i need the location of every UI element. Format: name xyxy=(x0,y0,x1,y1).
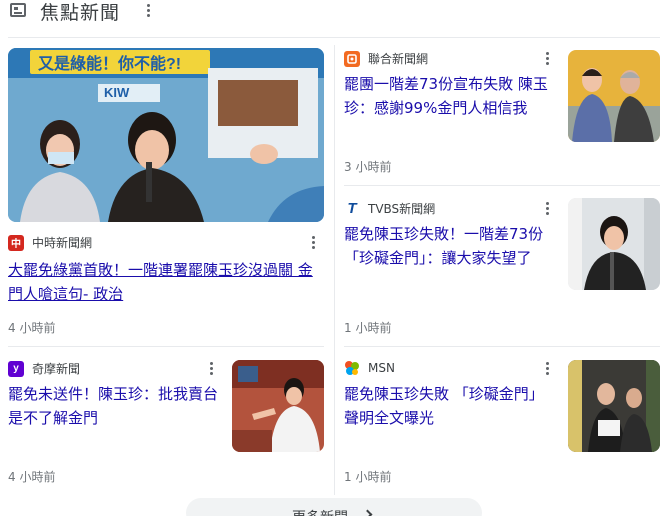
source-name: 奇摩新聞 xyxy=(32,362,81,376)
section-title: 焦點新聞 xyxy=(40,2,121,24)
news-thumbnail[interactable] xyxy=(568,198,660,290)
source-name: TVBS新聞網 xyxy=(368,202,436,216)
timestamp: 4 小時前 xyxy=(8,321,56,335)
news-card[interactable]: T TVBS新聞網 罷免陳玉珍失敗！一階差73份「珍礙金門」：讓大家失望了 1 … xyxy=(344,198,660,338)
headline-link[interactable]: 大罷免綠黨首敗！一階連署罷陳玉珍沒過關 金門人嗆這句- 政治 xyxy=(8,258,324,306)
chinatimes-logo-icon: 中 xyxy=(8,234,24,251)
tvbs-logo-icon: T xyxy=(344,200,360,217)
news-source: MSN xyxy=(344,360,395,376)
column-divider xyxy=(334,45,335,495)
divider xyxy=(344,185,660,186)
msn-logo-icon xyxy=(344,360,360,376)
news-icon xyxy=(10,3,26,17)
timestamp: 1 小時前 xyxy=(344,470,392,484)
news-thumbnail[interactable] xyxy=(232,360,324,452)
source-name: 聯合新聞網 xyxy=(368,52,429,66)
news-card[interactable]: 聯合新聞網 罷團一階差73份宣布失敗 陳玉珍：感謝99%金門人相信我 3 小時前 xyxy=(344,48,660,178)
press-conference-photo xyxy=(8,48,324,222)
more-news-label: 更多新聞 xyxy=(292,507,348,516)
speaker-photo xyxy=(568,198,660,290)
headline-link[interactable]: 罷免陳玉珍失敗 「珍礙金門」聲明全文曝光 xyxy=(344,382,556,430)
news-source: 中 中時新聞網 xyxy=(8,234,92,251)
featured-news-image[interactable]: 又是綠能！你不能?! KIW xyxy=(8,48,324,222)
headline-link[interactable]: 罷團一階差73份宣布失敗 陳玉珍：感謝99%金門人相信我 xyxy=(344,72,556,120)
more-options-icon[interactable] xyxy=(546,202,550,216)
press-statement-photo xyxy=(568,360,660,452)
headline-link[interactable]: 罷免陳玉珍失敗！一階差73份「珍礙金門」：讓大家失望了 xyxy=(344,222,556,270)
news-card-featured[interactable]: 又是綠能！你不能?! KIW 中 中時新聞網 大罷免綠黨首敗！一階連署罷陳玉珍沒… xyxy=(8,48,324,338)
news-source: y 奇摩新聞 xyxy=(8,360,80,377)
headline-link[interactable]: 罷免未送件！陳玉珍：批我賣台是不了解金門 xyxy=(8,382,220,430)
news-card[interactable]: y 奇摩新聞 罷免未送件！陳玉珍：批我賣台是不了解金門 4 小時前 xyxy=(8,358,324,488)
news-card[interactable]: MSN 罷免陳玉珍失敗 「珍礙金門」聲明全文曝光 1 小時前 xyxy=(344,358,660,488)
legislature-photo xyxy=(232,360,324,452)
divider xyxy=(344,346,660,347)
more-news-button[interactable]: 更多新聞 xyxy=(186,498,482,516)
news-source: 聯合新聞網 xyxy=(344,50,428,67)
timestamp: 1 小時前 xyxy=(344,321,392,335)
source-name: 中時新聞網 xyxy=(32,236,93,250)
news-thumbnail[interactable] xyxy=(568,360,660,452)
more-options-icon[interactable] xyxy=(546,52,550,66)
divider xyxy=(8,37,660,38)
timestamp: 3 小時前 xyxy=(344,160,392,174)
two-people-photo xyxy=(568,50,660,142)
image-banner-text: 又是綠能！你不能?! xyxy=(38,56,182,73)
timestamp: 4 小時前 xyxy=(8,470,56,484)
chevron-right-icon xyxy=(362,509,373,516)
yahoo-logo-icon: y xyxy=(8,360,24,377)
source-name: MSN xyxy=(368,361,395,375)
more-options-icon[interactable] xyxy=(210,362,214,376)
more-options-icon[interactable] xyxy=(147,4,151,18)
more-options-icon[interactable] xyxy=(546,362,550,376)
udn-logo-icon xyxy=(344,50,360,67)
news-source: T TVBS新聞網 xyxy=(344,200,435,217)
image-sign-text: KIW xyxy=(104,85,130,100)
more-options-icon[interactable] xyxy=(312,236,316,250)
top-stories-header: 焦點新聞 xyxy=(0,0,672,30)
divider xyxy=(8,346,324,347)
news-thumbnail[interactable] xyxy=(568,50,660,142)
